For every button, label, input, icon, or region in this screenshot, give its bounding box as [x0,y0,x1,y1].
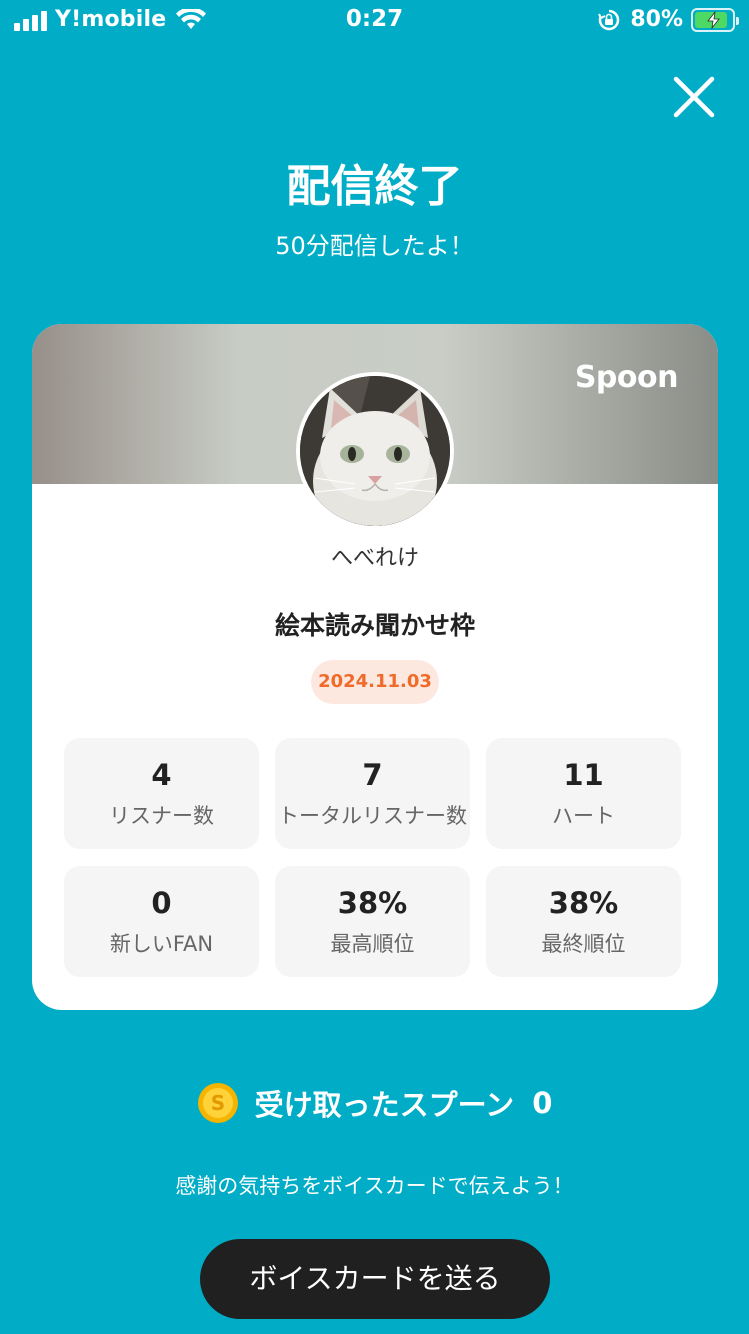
battery-charging-icon [691,7,739,32]
received-spoons: S 受け取ったスプーン 0 [0,1082,749,1124]
stat-highest-rank: 38% 最高順位 [275,866,470,977]
stat-label: ハート [552,804,615,828]
duration-subtitle: 50分配信したよ！ [275,232,474,260]
spoon-logo: Spoon [574,360,679,395]
date-badge: 2024.11.03 [311,660,439,704]
rotation-lock-icon [598,9,620,30]
stream-title: 絵本読み聞かせ枠 [274,611,475,640]
coin-icon: S [197,1083,238,1123]
status-bar: Y!mobile 0:27 80% [0,0,749,42]
stat-label: 最終順位 [541,932,626,956]
stat-label: トータルリスナー数 [278,804,467,828]
stat-value: 4 [151,758,172,792]
stat-label: 最高順位 [330,932,415,956]
summary-card: Spoon へべれけ 絵本読み聞かせ枠 2024.11.03 4 リスナー数 7… [32,324,718,1010]
stat-listeners: 4 リスナー数 [64,738,259,849]
stat-final-rank: 38% 最終順位 [486,866,681,977]
close-icon[interactable] [671,74,717,120]
spoons-label: 受け取ったスプーン [254,1088,515,1122]
stat-value: 0 [151,886,172,920]
stat-total-listeners: 7 トータルリスナー数 [275,738,470,849]
stat-value: 38% [337,886,408,920]
stat-value: 7 [362,758,383,792]
stat-value: 11 [563,758,604,792]
status-right: 80% [598,7,739,32]
stat-value: 38% [548,886,619,920]
spoons-count: 0 [532,1086,553,1120]
username: へべれけ [330,546,419,571]
send-voice-card-button[interactable]: ボイスカードを送る [200,1239,550,1319]
avatar[interactable] [296,372,454,530]
thanks-message: 感謝の気持ちをボイスカードで伝えよう！ [175,1174,574,1198]
stats-grid: 4 リスナー数 7 トータルリスナー数 11 ハート 0 新しいFAN 38% … [64,738,681,977]
stat-new-fans: 0 新しいFAN [64,866,259,977]
svg-text:S: S [210,1091,224,1115]
stat-hearts: 11 ハート [486,738,681,849]
avatar-cat-image [300,376,450,526]
page-title: 配信終了 [286,161,463,212]
stat-label: リスナー数 [109,804,214,828]
stream-ended-screen: Y!mobile 0:27 80% 配信終了 50分配信したよ！ Spoon へ… [0,0,749,1334]
stat-label: 新しいFAN [109,932,214,956]
battery-percent: 80% [630,7,683,32]
